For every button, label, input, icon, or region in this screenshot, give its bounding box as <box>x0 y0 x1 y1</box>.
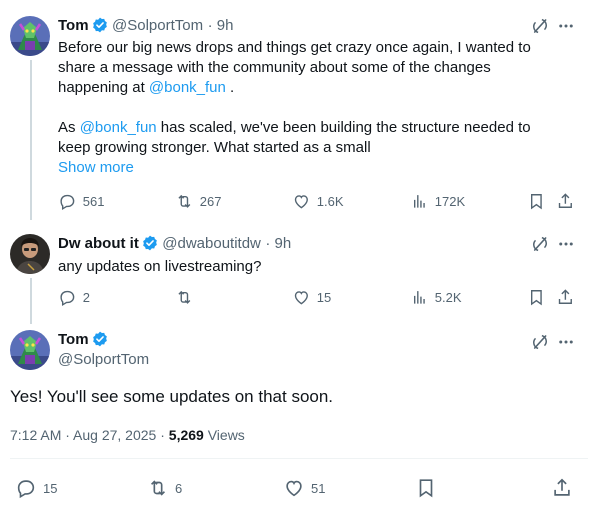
retweet-button[interactable]: 267 <box>175 192 221 211</box>
author-handle[interactable]: @SolportTom <box>112 17 203 34</box>
tweet-text-line: As @bonk_fun has scaled, we've been buil… <box>58 118 578 138</box>
reply-icon <box>58 288 77 307</box>
reply-button[interactable]: 561 <box>58 192 104 211</box>
author-handle[interactable]: @SolportTom <box>58 351 149 368</box>
reply-icon <box>15 477 37 499</box>
bookmark-button[interactable] <box>415 477 437 499</box>
retweet-button[interactable] <box>175 288 200 307</box>
bookmark-icon <box>527 288 546 307</box>
like-count: 51 <box>311 480 326 496</box>
thread-connector <box>30 60 32 220</box>
reply-count: 2 <box>82 289 90 305</box>
more-icon[interactable] <box>556 16 576 36</box>
retweet-button[interactable]: 6 <box>147 477 182 499</box>
tweet-text-line: share a message with the community about… <box>58 59 491 76</box>
bookmark-button[interactable] <box>527 192 546 211</box>
author-handle[interactable]: @dwaboutitdw <box>162 235 261 252</box>
more-icon[interactable] <box>556 234 576 254</box>
views-count: 172K <box>434 193 466 209</box>
retweet-count: 267 <box>199 193 222 209</box>
mention-link[interactable]: @bonk_fun <box>80 119 157 136</box>
main-tweet-text: Yes! You'll see some updates on that soo… <box>10 387 334 406</box>
verified-badge-icon <box>92 17 108 33</box>
tweet-text: any updates on livestreaming? <box>58 258 262 275</box>
tweet-header: Dw about it @dwaboutitdw · 9h <box>58 235 291 253</box>
retweet-icon <box>175 192 194 211</box>
reply-count: 561 <box>82 193 105 209</box>
grok-icon[interactable] <box>530 234 550 254</box>
share-icon <box>556 288 575 307</box>
more-icon[interactable] <box>556 332 576 352</box>
tweet-text-line: happening at @bonk_fun . <box>58 78 578 98</box>
share-button[interactable] <box>556 192 575 211</box>
share-button[interactable] <box>551 477 573 499</box>
verified-badge-icon <box>92 331 108 347</box>
show-more-link[interactable]: Show more <box>58 158 578 178</box>
heart-icon <box>292 192 311 211</box>
mention-link[interactable]: @bonk_fun <box>149 79 226 96</box>
bookmark-icon <box>527 192 546 211</box>
views-icon <box>410 288 429 307</box>
share-button[interactable] <box>556 288 575 307</box>
tweet-body: Before our big news drops and things get… <box>58 38 578 178</box>
views-icon <box>410 192 429 211</box>
tweet-meta: 7:12 AM · Aug 27, 2025 · 5,269 Views <box>10 427 245 443</box>
tweet-text-line: keep growing stronger. What started as a… <box>58 139 371 156</box>
tweet-text: As <box>58 119 80 136</box>
tweet-text: happening at <box>58 79 149 96</box>
reply-button[interactable]: 15 <box>15 477 57 499</box>
share-icon <box>556 192 575 211</box>
author-name[interactable]: Tom <box>58 17 89 34</box>
bookmark-button[interactable] <box>527 288 546 307</box>
avatar[interactable] <box>10 234 50 274</box>
timestamp[interactable]: 7:12 AM · Aug 27, 2025 · <box>10 427 169 443</box>
share-icon <box>551 477 573 499</box>
grok-icon[interactable] <box>530 332 550 352</box>
views-count: 5.2K <box>434 289 462 305</box>
tweet-header: Tom @SolportTom · 9h <box>58 17 233 35</box>
like-button[interactable]: 51 <box>283 477 325 499</box>
reply-icon <box>58 192 77 211</box>
views-button[interactable]: 5.2K <box>410 288 462 307</box>
avatar[interactable] <box>10 16 50 56</box>
tweet-text: . <box>225 79 235 96</box>
tweet-text-line: Before our big news drops and things get… <box>58 39 531 56</box>
thread-connector <box>30 278 32 324</box>
like-count: 1.6K <box>316 193 344 209</box>
retweet-icon <box>147 477 169 499</box>
views-count: 5,269 <box>168 427 204 443</box>
like-button[interactable]: 15 <box>292 288 331 307</box>
grok-icon[interactable] <box>530 16 550 36</box>
like-count: 15 <box>316 289 332 305</box>
tweet-time[interactable]: · 9h <box>208 17 234 34</box>
heart-icon <box>283 477 305 499</box>
bookmark-icon <box>415 477 437 499</box>
tweet-time[interactable]: · 9h <box>265 235 291 252</box>
heart-icon <box>292 288 311 307</box>
main-author-name-row: Tom <box>58 331 108 349</box>
reply-count: 15 <box>43 480 58 496</box>
views-label: Views <box>203 427 245 443</box>
reply-button[interactable]: 2 <box>58 288 90 307</box>
retweet-icon <box>175 288 194 307</box>
divider <box>10 458 588 459</box>
retweet-count: 6 <box>175 480 183 496</box>
author-name[interactable]: Tom <box>58 331 89 348</box>
views-button[interactable]: 172K <box>410 192 465 211</box>
author-name[interactable]: Dw about it <box>58 235 139 252</box>
like-button[interactable]: 1.6K <box>292 192 344 211</box>
tweet-text: has scaled, we've been building the stru… <box>156 119 531 136</box>
verified-badge-icon <box>142 235 158 251</box>
avatar[interactable] <box>10 330 50 370</box>
